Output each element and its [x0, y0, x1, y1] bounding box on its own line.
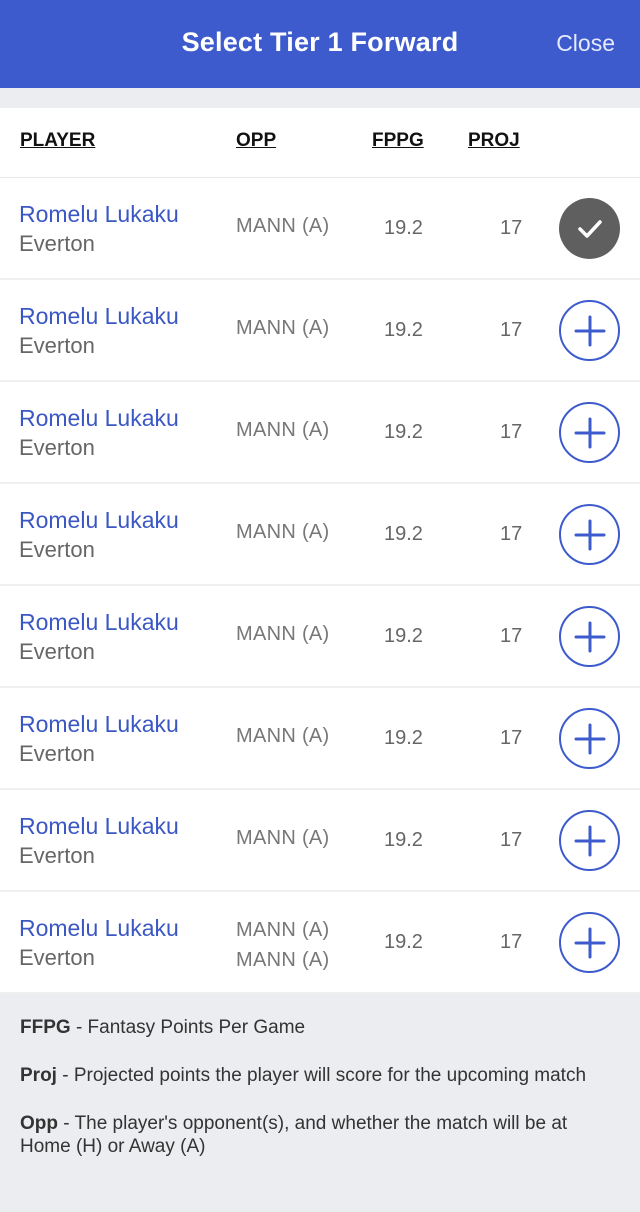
table-row[interactable]: Romelu Lukaku Everton MANN (A) 19.2 17	[0, 280, 640, 382]
player-list: Romelu Lukaku Everton MANN (A) 19.2 17 Romelu…	[0, 178, 640, 994]
table-row[interactable]: Romelu Lukaku Everton MANN (A) 19.2 17	[0, 484, 640, 586]
player-team: Everton	[19, 435, 95, 460]
add-player-button[interactable]	[559, 708, 620, 769]
player-name-link[interactable]: Romelu Lukaku	[19, 813, 179, 840]
opponent-value: MANN (A)	[236, 919, 330, 941]
table-header: PLAYER OPP FPPG PROJ	[0, 108, 640, 178]
checkmark-icon	[577, 219, 602, 238]
player-name-link[interactable]: Romelu Lukaku	[19, 303, 179, 330]
table-row[interactable]: Romelu Lukaku Everton MANN (A) 19.2 17	[0, 586, 640, 688]
column-header-fppg[interactable]: FPPG	[372, 130, 424, 152]
player-team: Everton	[19, 231, 95, 256]
player-team: Everton	[19, 333, 95, 358]
player-name-link[interactable]: Romelu Lukaku	[19, 507, 179, 534]
opponent-cell: MANN (A)	[236, 317, 330, 340]
player-name-link[interactable]: Romelu Lukaku	[19, 915, 179, 942]
opponent-value: MANN (A)	[236, 623, 330, 645]
fppg-value: 19.2	[384, 931, 423, 953]
opponent-cell: MANN (A)	[236, 521, 330, 544]
opponent-cell: MANN (A)	[236, 215, 330, 238]
modal-header: Select Tier 1 Forward Close	[0, 0, 640, 88]
opponent-value: MANN (A)	[236, 827, 330, 849]
plus-icon	[574, 519, 605, 550]
plus-icon	[574, 417, 605, 448]
legend-text: - The player's opponent(s), and whether …	[20, 1113, 568, 1157]
opponent-value: MANN (A)	[236, 215, 330, 237]
opponent-cell: MANN (A)	[236, 419, 330, 442]
fppg-value: 19.2	[384, 727, 423, 749]
legend-item: Opp - The player's opponent(s), and whet…	[20, 1112, 620, 1158]
legend-item: FFPG - Fantasy Points Per Game	[20, 1016, 620, 1039]
legend-term: FFPG	[20, 1017, 71, 1038]
table-row[interactable]: Romelu Lukaku Everton MANN (A) MANN (A) 19.2…	[0, 892, 640, 994]
player-name-link[interactable]: Romelu Lukaku	[19, 609, 179, 636]
add-player-button[interactable]	[559, 402, 620, 463]
player-table: PLAYER OPP FPPG PROJ Romelu Lukaku Everto…	[0, 108, 640, 994]
add-player-button[interactable]	[559, 300, 620, 361]
player-name-link[interactable]: Romelu Lukaku	[19, 201, 179, 228]
page-title: Select Tier 1 Forward	[181, 27, 459, 57]
opponent-cell: MANN (A)	[236, 827, 330, 850]
plus-icon	[574, 825, 605, 856]
proj-value: 17	[500, 319, 523, 341]
header-spacer	[0, 88, 640, 108]
plus-icon	[574, 621, 605, 652]
fppg-value: 19.2	[384, 523, 423, 545]
add-player-button[interactable]	[559, 810, 620, 871]
opponent-cell: MANN (A) MANN (A)	[236, 915, 330, 975]
legend-text: - Fantasy Points Per Game	[70, 1017, 306, 1038]
column-header-proj[interactable]: PROJ	[468, 130, 520, 152]
proj-value: 17	[500, 217, 523, 239]
proj-value: 17	[500, 931, 523, 953]
add-player-button[interactable]	[559, 504, 620, 565]
player-team: Everton	[19, 741, 95, 766]
player-name-link[interactable]: Romelu Lukaku	[19, 405, 179, 432]
opponent-value: MANN (A)	[236, 521, 330, 543]
opponent-value: MANN (A)	[236, 949, 330, 971]
opponent-value: MANN (A)	[236, 725, 330, 747]
legend-term: Opp	[20, 1113, 58, 1134]
opponent-cell: MANN (A)	[236, 623, 330, 646]
table-row[interactable]: Romelu Lukaku Everton MANN (A) 19.2 17	[0, 382, 640, 484]
column-header-player[interactable]: PLAYER	[20, 130, 95, 152]
opponent-value: MANN (A)	[236, 419, 330, 441]
fppg-value: 19.2	[384, 625, 423, 647]
player-team: Everton	[19, 639, 95, 664]
proj-value: 17	[500, 829, 523, 851]
plus-icon	[574, 723, 605, 754]
legend-term: Proj	[20, 1065, 57, 1086]
add-player-button[interactable]	[559, 912, 620, 973]
table-row[interactable]: Romelu Lukaku Everton MANN (A) 19.2 17	[0, 178, 640, 280]
player-team: Everton	[19, 843, 95, 868]
plus-icon	[574, 927, 605, 958]
legend-text: - Projected points the player will score…	[56, 1065, 587, 1086]
legend: FFPG - Fantasy Points Per Game Proj - Pro…	[0, 994, 640, 1158]
opponent-value: MANN (A)	[236, 317, 330, 339]
plus-icon	[574, 315, 605, 346]
proj-value: 17	[500, 421, 523, 443]
player-team: Everton	[19, 537, 95, 562]
fppg-value: 19.2	[384, 319, 423, 341]
column-header-opp[interactable]: OPP	[236, 130, 276, 152]
legend-item: Proj - Projected points the player will …	[20, 1064, 620, 1087]
table-row[interactable]: Romelu Lukaku Everton MANN (A) 19.2 17	[0, 790, 640, 892]
player-name-link[interactable]: Romelu Lukaku	[19, 711, 179, 738]
proj-value: 17	[500, 625, 523, 647]
fppg-value: 19.2	[384, 829, 423, 851]
proj-value: 17	[500, 523, 523, 545]
proj-value: 17	[500, 727, 523, 749]
table-row[interactable]: Romelu Lukaku Everton MANN (A) 19.2 17	[0, 688, 640, 790]
close-button[interactable]: Close	[556, 30, 615, 57]
opponent-cell: MANN (A)	[236, 725, 330, 748]
fppg-value: 19.2	[384, 421, 423, 443]
player-team: Everton	[19, 945, 95, 970]
selected-button[interactable]	[559, 198, 620, 259]
add-player-button[interactable]	[559, 606, 620, 667]
fppg-value: 19.2	[384, 217, 423, 239]
